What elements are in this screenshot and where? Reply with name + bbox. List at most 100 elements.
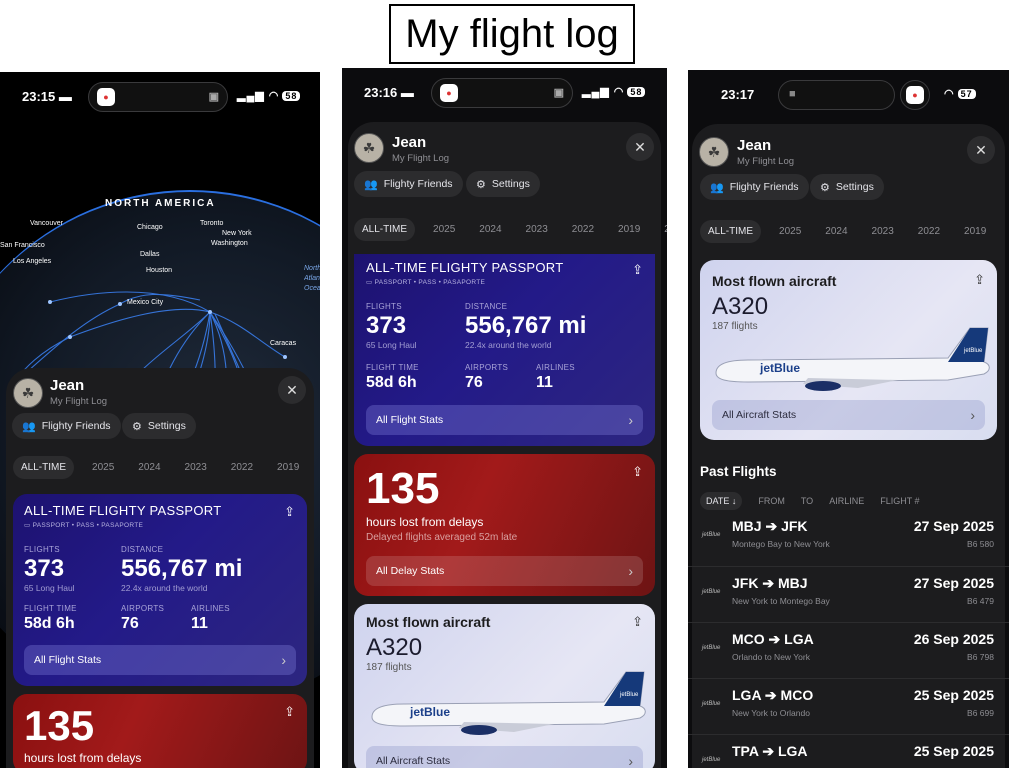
delay-card[interactable]: 135 hours lost from delays Delayed fligh… <box>354 454 655 596</box>
passport-icon: ▭ <box>24 522 33 529</box>
aircraft-card[interactable]: Most flown aircraft A320 187 flights ⇪ j… <box>354 604 655 768</box>
share-icon[interactable]: ⇪ <box>632 262 643 278</box>
flight-time-value: 58d 6h <box>24 615 75 632</box>
tab-2023[interactable]: 2023 <box>872 226 894 237</box>
settings-button[interactable]: ⚙ Settings <box>122 413 196 439</box>
tab-2025[interactable]: 2025 <box>433 224 455 235</box>
signal-icon: ▂▄▆ <box>582 86 610 98</box>
share-icon[interactable]: ⇪ <box>632 464 643 480</box>
flight-row[interactable]: jetBlue TPA ➔ LGA 25 Sep 2025 <box>688 734 1009 768</box>
passport-icon: ▭ <box>366 279 375 286</box>
battery-icon: 58 <box>627 87 646 97</box>
distance-value: 556,767 mi <box>121 555 243 582</box>
city-label: San Francisco <box>0 242 45 249</box>
close-button[interactable]: ✕ <box>967 136 995 164</box>
filter-from[interactable]: FROM <box>758 496 785 506</box>
button-label: Flighty Friends <box>41 420 111 432</box>
flight-row[interactable]: jetBlue MCO ➔ LGA Orlando to New York 26… <box>688 622 1009 678</box>
chevron-right-icon: › <box>628 563 633 579</box>
tab-2022[interactable]: 2022 <box>572 224 594 235</box>
bed-icon: ▬ <box>400 85 414 100</box>
tab-all-time[interactable]: ALL-TIME <box>13 456 75 479</box>
share-icon[interactable]: ⇪ <box>284 504 295 520</box>
passport-card[interactable]: ALL-TIME FLIGHTY PASSPORT ▭ PASSPORT • P… <box>13 494 307 686</box>
tab-2023[interactable]: 2023 <box>185 462 207 473</box>
flighty-friends-button[interactable]: 👥 Flighty Friends <box>354 171 463 197</box>
year-tabs: ALL-TIME 2025 2024 2023 2022 2019 20 <box>700 220 1009 243</box>
clock: 23:17 <box>721 87 755 102</box>
flighty-friends-button[interactable]: 👥 Flighty Friends <box>700 174 809 200</box>
tab-more[interactable]: 20 <box>664 224 667 235</box>
tab-2019[interactable]: 2019 <box>618 224 640 235</box>
city-label: Washington <box>211 240 248 247</box>
close-icon: ✕ <box>975 141 987 158</box>
city-label: Los Angeles <box>13 258 52 265</box>
ocean-label: North Atlantic Ocean <box>304 265 320 292</box>
flighty-friends-button[interactable]: 👥 Flighty Friends <box>12 413 121 439</box>
user-subtitle: My Flight Log <box>50 396 108 407</box>
tab-2022[interactable]: 2022 <box>918 226 940 237</box>
live-activity-icon: ▣ <box>553 87 564 99</box>
close-button[interactable]: ✕ <box>626 133 654 161</box>
live-activity-pill[interactable]: ● <box>900 80 930 110</box>
settings-button[interactable]: ⚙ Settings <box>466 171 540 197</box>
flights-sub: 65 Long Haul <box>366 340 417 350</box>
delay-card[interactable]: 135 hours lost from delays ⇪ <box>13 694 307 768</box>
all-flight-stats-button[interactable]: All Flight Stats › <box>366 405 643 435</box>
filter-airline[interactable]: AIRLINE <box>829 496 864 506</box>
past-flights-title: Past Flights <box>700 464 777 479</box>
dynamic-island[interactable]: ● ▣ <box>431 78 573 108</box>
chevron-right-icon: › <box>628 753 633 768</box>
close-button[interactable]: ✕ <box>278 376 306 404</box>
tab-2019[interactable]: 2019 <box>964 226 986 237</box>
flight-date: 25 Sep 2025 <box>913 687 994 703</box>
avatar[interactable]: ☘ <box>13 378 43 408</box>
passport-title: ALL-TIME FLIGHTY PASSPORT <box>366 260 564 275</box>
all-aircraft-stats-button[interactable]: All Aircraft Stats › <box>366 746 643 768</box>
status-icons: ◠ 57 <box>944 87 976 100</box>
tab-2019[interactable]: 2019 <box>277 462 299 473</box>
airline-logo: jetBlue <box>702 701 721 707</box>
tab-2024[interactable]: 2024 <box>479 224 501 235</box>
avatar[interactable]: ☘ <box>699 137 729 167</box>
tab-all-time[interactable]: ALL-TIME <box>700 220 762 243</box>
flight-row[interactable]: jetBlue MBJ ➔ JFK Montego Bay to New Yor… <box>688 510 1009 566</box>
share-icon[interactable]: ⇪ <box>284 704 295 720</box>
flight-row[interactable]: jetBlue JFK ➔ MBJ New York to Montego Ba… <box>688 566 1009 622</box>
dynamic-island[interactable]: ● ▣ <box>88 82 228 112</box>
passport-card[interactable]: ALL-TIME FLIGHTY PASSPORT ▭ PASSPORT • P… <box>354 254 655 446</box>
tab-2024[interactable]: 2024 <box>825 226 847 237</box>
tab-2022[interactable]: 2022 <box>231 462 253 473</box>
tab-2025[interactable]: 2025 <box>92 462 114 473</box>
all-delay-stats-button[interactable]: All Delay Stats › <box>366 556 643 586</box>
link-label: All Delay Stats <box>376 565 445 577</box>
status-bar: 23:17 ■ ● ◠ 57 <box>688 70 1009 116</box>
avatar[interactable]: ☘ <box>354 133 384 163</box>
filter-flight-number[interactable]: FLIGHT # <box>880 496 919 506</box>
filter-to[interactable]: TO <box>801 496 813 506</box>
tab-2025[interactable]: 2025 <box>779 226 801 237</box>
logbook-sheet: ☘ Jean My Flight Log ✕ 👥 Flighty Friends … <box>6 368 314 768</box>
passport-subtitle-text: PASSPORT • PASS • PASAPORTE <box>32 522 144 529</box>
all-aircraft-stats-button[interactable]: All Aircraft Stats › <box>712 400 985 430</box>
passport-title: ALL-TIME FLIGHTY PASSPORT <box>24 503 222 518</box>
tab-2023[interactable]: 2023 <box>526 224 548 235</box>
airlines-label: AIRLINES <box>191 604 230 613</box>
all-flight-stats-button[interactable]: All Flight Stats › <box>24 645 296 675</box>
tab-all-time[interactable]: ALL-TIME <box>354 218 416 241</box>
flight-row[interactable]: jetBlue LGA ➔ MCO New York to Orlando 25… <box>688 678 1009 734</box>
filter-date[interactable]: DATE ↓ <box>700 492 743 510</box>
settings-button[interactable]: ⚙ Settings <box>810 174 884 200</box>
passport-subtitle: ▭ PASSPORT • PASS • PASAPORTE <box>366 278 485 286</box>
airline-logo: jetBlue <box>702 645 721 651</box>
flights-sub: 65 Long Haul <box>24 583 75 593</box>
aircraft-card[interactable]: Most flown aircraft A320 187 flights ⇪ j… <box>700 260 997 440</box>
flights-label: FLIGHTS <box>24 545 60 554</box>
tab-2024[interactable]: 2024 <box>138 462 160 473</box>
airline-logo: jetBlue <box>702 757 721 763</box>
share-icon[interactable]: ⇪ <box>632 614 643 630</box>
button-label: Flighty Friends <box>383 178 453 190</box>
share-icon[interactable]: ⇪ <box>974 272 985 288</box>
airline-logo: jetBlue <box>702 589 721 595</box>
dynamic-island[interactable]: ■ <box>778 80 895 110</box>
